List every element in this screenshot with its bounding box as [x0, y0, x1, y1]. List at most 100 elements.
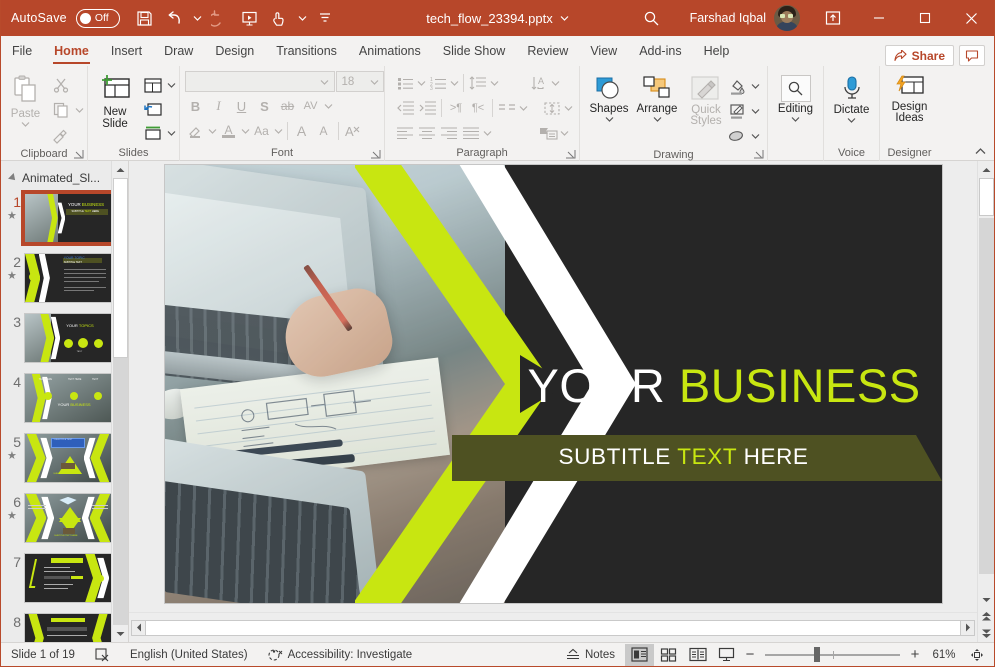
thumbnail-item-3[interactable]: 3 YOUR TOPICS TEXT — [1, 309, 128, 369]
section-dropdown-icon[interactable] — [166, 123, 177, 143]
thumbnail-image[interactable]: SUBTITLE TEXT HERE — [24, 493, 112, 543]
thumbnail-image[interactable]: TEXT HERE TEXT HERE TEXT YOUR BUSINESS — [24, 373, 112, 423]
redo-icon[interactable] — [206, 4, 234, 32]
tab-review[interactable]: Review — [516, 36, 579, 66]
touch-mode-dropdown-icon[interactable] — [296, 5, 309, 31]
language-status[interactable]: English (United States) — [120, 643, 258, 667]
tab-transitions[interactable]: Transitions — [265, 36, 348, 66]
bullets-dropdown-icon[interactable] — [416, 73, 427, 93]
columns-dropdown-icon[interactable] — [518, 98, 529, 118]
text-shadow-button[interactable]: S — [254, 95, 276, 117]
undo-dropdown-icon[interactable] — [191, 5, 204, 31]
tab-file[interactable]: File — [1, 36, 43, 66]
thumbnail-image[interactable]: YOUR TOPIC SUBTITLE TEXT — [24, 253, 112, 303]
underline-button[interactable]: U — [231, 95, 253, 117]
text-highlight-dropdown-icon[interactable] — [207, 121, 218, 141]
zoom-slider-handle[interactable] — [813, 647, 820, 662]
paragraph-dialog-launcher[interactable] — [565, 149, 576, 160]
view-button-normal[interactable] — [625, 643, 654, 666]
previous-slide-icon[interactable] — [978, 608, 995, 625]
view-button-reading[interactable] — [683, 644, 712, 666]
bold-button[interactable]: B — [185, 95, 207, 117]
thumbnail-item-5[interactable]: 5 ★ YOUR TITLE TEXT SUBTITLE TEXT HERE — [1, 429, 128, 489]
justify-icon[interactable] — [460, 122, 482, 144]
tab-home[interactable]: Home — [43, 36, 100, 66]
copy-icon[interactable] — [50, 99, 72, 121]
text-direction-dropdown-icon[interactable] — [550, 73, 561, 93]
slide-layout-icon[interactable] — [142, 74, 164, 96]
arrange-button[interactable]: Arrange — [632, 72, 682, 122]
thumbnail-item-8[interactable]: 8 — [1, 609, 128, 642]
decrease-font-size-button[interactable]: A — [313, 120, 335, 142]
zoom-level[interactable]: 61% — [924, 649, 964, 661]
thumbnail-scrollbar-track[interactable] — [113, 358, 128, 625]
hscroll-right-icon[interactable] — [960, 619, 975, 636]
shape-effects-dropdown-icon[interactable] — [750, 126, 761, 146]
tab-draw[interactable]: Draw — [153, 36, 204, 66]
font-dialog-launcher[interactable] — [370, 149, 381, 160]
view-button-slide-sorter[interactable] — [654, 644, 683, 666]
align-text-dropdown-icon[interactable] — [563, 98, 574, 118]
slide-stage[interactable]: YOUR BUSINESS SUBTITLE TEXT HERE — [129, 161, 977, 612]
zoom-in-button[interactable]: + — [906, 644, 924, 666]
shape-outline-dropdown-icon[interactable] — [750, 101, 761, 121]
slide-indicator[interactable]: Slide 1 of 19 — [1, 643, 85, 667]
view-button-slide-show[interactable] — [712, 644, 741, 666]
thumbnail-item-4[interactable]: 4 TEXT HERE TEXT HERE TEXT YOUR BUSINESS — [1, 369, 128, 429]
change-case-dropdown-icon[interactable] — [273, 121, 284, 141]
document-title[interactable]: tech_flow_23394.pptx — [426, 11, 552, 26]
thumbnail-scroll-down-icon[interactable] — [112, 625, 128, 642]
section-icon[interactable] — [142, 122, 164, 144]
maximize-button[interactable] — [902, 0, 948, 36]
tab-add-ins[interactable]: Add-ins — [628, 36, 692, 66]
thumbnail-item-2[interactable]: 2 ★ YOUR TOPIC SUBTITLE TEXT — [1, 249, 128, 309]
zoom-out-button[interactable]: − — [741, 644, 759, 666]
editing-button[interactable]: Editing — [771, 71, 821, 122]
thumbnail-item-6[interactable]: 6 ★ SUBTITLE TEXT HERE — [1, 489, 128, 549]
slide-thumbnail-panel[interactable]: Animated_Sl... 1 ★ YOUR BUSINESS SUBTITL… — [1, 161, 129, 642]
thumbnail-image[interactable]: YOUR BUSINESS SUBTITLE TEXT HERE — [21, 190, 115, 246]
vertical-scrollbar-thumb[interactable] — [979, 178, 994, 216]
shape-fill-icon[interactable] — [726, 75, 748, 97]
shapes-button[interactable]: Shapes — [586, 72, 632, 122]
character-spacing-button[interactable]: AV — [300, 95, 322, 117]
vertical-scrollbar-track[interactable] — [979, 218, 994, 574]
section-collapse-icon[interactable] — [8, 173, 18, 183]
decrease-indent-icon[interactable] — [394, 97, 416, 119]
section-header[interactable]: Animated_Sl... — [1, 161, 128, 189]
paste-button[interactable]: Paste — [4, 71, 48, 127]
share-button[interactable]: Share — [884, 45, 954, 66]
fit-to-window-icon[interactable] — [964, 644, 990, 666]
tab-view[interactable]: View — [579, 36, 628, 66]
line-spacing-dropdown-icon[interactable] — [489, 73, 500, 93]
shape-fill-dropdown-icon[interactable] — [750, 76, 761, 96]
quick-styles-button[interactable]: Quick Styles — [682, 72, 730, 127]
numbering-dropdown-icon[interactable] — [449, 73, 460, 93]
thumbnail-image[interactable]: YOUR TOPICS TEXT — [24, 313, 112, 363]
font-color-icon[interactable]: A — [218, 120, 240, 142]
touch-mode-icon[interactable] — [266, 4, 294, 32]
bullets-icon[interactable] — [394, 72, 416, 94]
align-center-icon[interactable] — [416, 122, 438, 144]
justify-dropdown-icon[interactable] — [482, 123, 493, 143]
slide-title[interactable]: YOUR BUSINESS — [528, 358, 921, 413]
thumbnail-scroll-up-icon[interactable] — [112, 161, 128, 178]
design-ideas-button[interactable]: Design Ideas — [883, 71, 937, 124]
notes-button[interactable]: Notes — [555, 643, 625, 667]
shape-outline-icon[interactable] — [726, 100, 748, 122]
autosave-toggle[interactable]: Off — [75, 8, 120, 28]
font-color-dropdown-icon[interactable] — [240, 121, 251, 141]
align-right-icon[interactable] — [438, 122, 460, 144]
undo-icon[interactable] — [161, 4, 189, 32]
tab-insert[interactable]: Insert — [100, 36, 153, 66]
clear-formatting-icon[interactable]: A — [342, 120, 364, 142]
increase-indent-icon[interactable] — [416, 97, 438, 119]
thumbnail-image[interactable]: YOUR TITLE TEXT SUBTITLE TEXT HERE — [24, 433, 112, 483]
save-icon[interactable] — [131, 4, 159, 32]
text-direction-icon[interactable]: A — [528, 72, 550, 94]
shape-effects-icon[interactable] — [726, 125, 748, 147]
rtl-icon[interactable]: >¶ — [445, 97, 467, 119]
tab-design[interactable]: Design — [204, 36, 265, 66]
thumbnail-item-1[interactable]: 1 ★ YOUR BUSINESS SUBTITLE TEXT HERE — [1, 189, 128, 249]
thumbnail-item-7[interactable]: 7 — [1, 549, 128, 609]
